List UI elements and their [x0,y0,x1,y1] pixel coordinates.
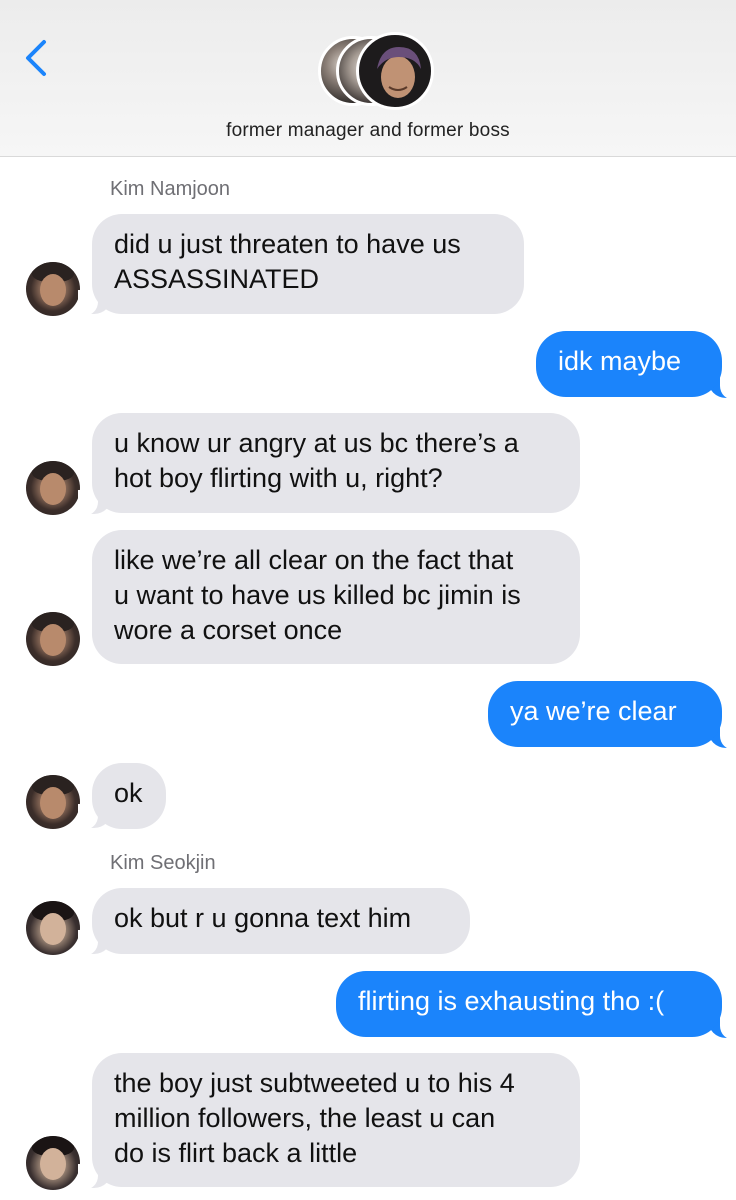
sender-name: Kim Seokjin [110,852,216,874]
message-bubble[interactable]: flirting is exhausting tho :( [336,971,722,1037]
avatar [26,461,80,515]
avatar [26,1136,80,1190]
avatar [26,612,80,666]
message-bubble[interactable]: ok [92,763,166,829]
message-bubble[interactable]: ok but r u gonna text him [92,888,470,954]
chevron-left-icon [26,40,46,76]
sender-name: Kim Namjoon [110,178,231,200]
message-bubble[interactable]: ya we’re clear [488,681,722,747]
message-bubble[interactable]: did u just threaten to have us ASSASSINA… [92,214,524,314]
avatar [26,262,80,316]
avatar [356,32,434,110]
back-button[interactable] [22,38,52,78]
conversation-header: former manager and former boss [0,0,736,157]
message-bubble[interactable]: u know ur angry at us bc there’s a hot b… [92,413,580,513]
message-bubble[interactable]: idk maybe [536,331,722,397]
message-bubble[interactable]: like we’re all clear on the fact that u … [92,530,580,664]
group-avatars[interactable] [318,32,434,112]
group-name[interactable]: former manager and former boss [0,120,736,142]
message-bubble[interactable]: the boy just subtweeted u to his 4 milli… [92,1053,580,1187]
avatar [26,775,80,829]
avatar [26,901,80,955]
